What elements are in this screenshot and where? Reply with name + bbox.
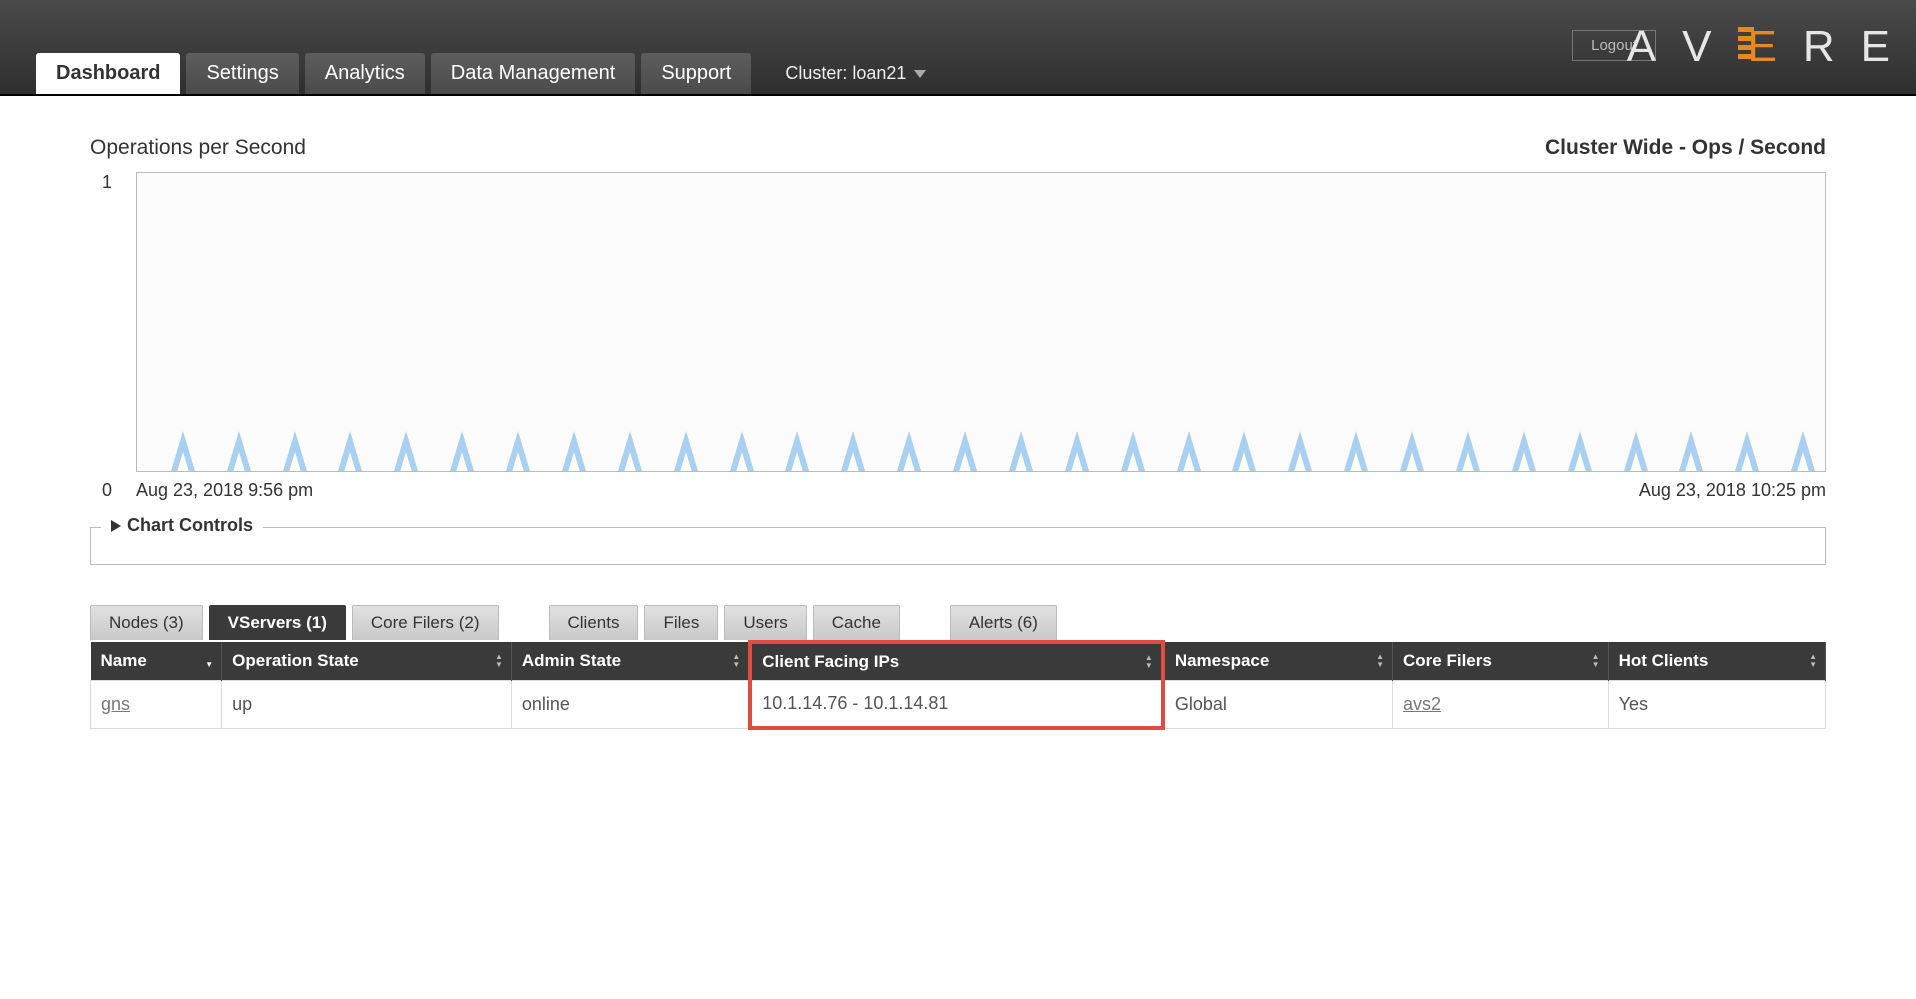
chart-title: Operations per Second xyxy=(90,136,306,160)
nav-tab-analytics[interactable]: Analytics xyxy=(305,53,425,94)
chart-controls: Chart Controls xyxy=(90,527,1826,565)
logo-bars-icon xyxy=(1738,27,1754,59)
y-tick: 0 xyxy=(102,480,112,501)
chart-spike xyxy=(1009,431,1033,471)
x-start: Aug 23, 2018 9:56 pm xyxy=(136,480,313,501)
chart-spike xyxy=(1121,431,1145,471)
cell-hot-clients: Yes xyxy=(1608,681,1825,729)
chart-spike xyxy=(953,431,977,471)
chart-spike xyxy=(1679,431,1703,471)
subtab-clients[interactable]: Clients xyxy=(549,605,639,640)
col-admin-state[interactable]: Admin State▲▼ xyxy=(511,642,750,681)
subtab-vservers-1[interactable]: VServers (1) xyxy=(209,605,346,640)
subtab-nodes-3[interactable]: Nodes (3) xyxy=(90,605,203,640)
cell-namespace: Global xyxy=(1163,681,1393,729)
chart-spike xyxy=(1791,431,1815,471)
col-client-facing-ips[interactable]: Client Facing IPs▲▼ xyxy=(750,642,1163,681)
chart-area[interactable] xyxy=(136,172,1826,472)
chart-spike xyxy=(1232,431,1256,471)
chart-spike xyxy=(1512,431,1536,471)
chart-spike xyxy=(1568,431,1592,471)
chart-x-axis: Aug 23, 2018 9:56 pm Aug 23, 2018 10:25 … xyxy=(136,472,1826,501)
chart-header: Operations per Second Cluster Wide - Ops… xyxy=(90,136,1826,160)
chart-series xyxy=(137,173,1825,471)
link-gns[interactable]: gns xyxy=(101,694,130,714)
chart-spike xyxy=(450,431,474,471)
chart-spike xyxy=(674,431,698,471)
chart-spike xyxy=(618,431,642,471)
chart-spike xyxy=(506,431,530,471)
chart-spike xyxy=(897,431,921,471)
chart-spike xyxy=(283,431,307,471)
nav-tab-support[interactable]: Support xyxy=(641,53,751,94)
subtab-users[interactable]: Users xyxy=(724,605,806,640)
chart-spike xyxy=(1624,431,1648,471)
chart-spike xyxy=(1735,431,1759,471)
sort-icon: ▲▼ xyxy=(732,654,740,668)
brand-logo: A V E R E xyxy=(1627,22,1890,72)
subtab-alerts-6[interactable]: Alerts (6) xyxy=(950,605,1057,640)
vservers-table: Name▲▼Operation State▲▼Admin State▲▼Clie… xyxy=(90,640,1826,730)
x-end: Aug 23, 2018 10:25 pm xyxy=(1639,480,1826,501)
subtabs: Nodes (3)VServers (1)Core Filers (2) Clie… xyxy=(90,605,1826,640)
col-name[interactable]: Name▲▼ xyxy=(91,642,222,681)
sort-icon: ▲▼ xyxy=(1809,654,1817,668)
chart-subtitle: Cluster Wide - Ops / Second xyxy=(1545,136,1826,160)
sort-icon: ▲▼ xyxy=(1592,654,1600,668)
chart-controls-toggle[interactable]: Chart Controls xyxy=(101,515,263,536)
chart-spike xyxy=(785,431,809,471)
chart-spike xyxy=(730,431,754,471)
subtab-files[interactable]: Files xyxy=(644,605,718,640)
cell-admin-state: online xyxy=(511,681,750,729)
chart-spike xyxy=(227,431,251,471)
subtab-cache[interactable]: Cache xyxy=(813,605,900,640)
y-tick: 1 xyxy=(102,172,112,193)
chart-wrap: 1 0 Aug 23, 2018 9:56 pm Aug 23, 2018 10… xyxy=(136,172,1826,501)
chart-y-axis: 1 0 xyxy=(102,172,112,501)
chart-spike xyxy=(1065,431,1089,471)
top-bar: Logout A V E R E DashboardSettingsAnalyt… xyxy=(0,0,1916,96)
table-header-row: Name▲▼Operation State▲▼Admin State▲▼Clie… xyxy=(91,642,1826,681)
cluster-selector[interactable]: Cluster: loan21 xyxy=(785,63,926,94)
nav-tab-data-management[interactable]: Data Management xyxy=(431,53,636,94)
cell-core-filers: avs2 xyxy=(1393,681,1609,729)
col-namespace[interactable]: Namespace▲▼ xyxy=(1163,642,1393,681)
cell-operation-state: up xyxy=(222,681,512,729)
cell-name: gns xyxy=(91,681,222,729)
chart-spike xyxy=(171,431,195,471)
nav-tab-dashboard[interactable]: Dashboard xyxy=(36,53,180,94)
nav-tab-settings[interactable]: Settings xyxy=(186,53,298,94)
primary-nav: DashboardSettingsAnalyticsData Managemen… xyxy=(36,53,926,94)
table-body: gns uponline10.1.14.76 - 10.1.14.81Global… xyxy=(91,681,1826,729)
chart-spike xyxy=(1456,431,1480,471)
chevron-down-icon xyxy=(914,70,926,78)
sort-icon: ▲▼ xyxy=(1145,655,1153,669)
col-operation-state[interactable]: Operation State▲▼ xyxy=(222,642,512,681)
cluster-label-text: Cluster: loan21 xyxy=(785,63,906,84)
sort-icon: ▲▼ xyxy=(1376,654,1384,668)
table-row: gns uponline10.1.14.76 - 10.1.14.81Global… xyxy=(91,681,1826,729)
chart-spike xyxy=(1344,431,1368,471)
subtab-core-filers-2[interactable]: Core Filers (2) xyxy=(352,605,499,640)
chart-controls-label: Chart Controls xyxy=(127,515,253,536)
sort-desc-icon: ▲▼ xyxy=(205,654,213,668)
link-avs2[interactable]: avs2 xyxy=(1403,694,1441,714)
chart-spike xyxy=(841,431,865,471)
chevron-right-icon xyxy=(111,520,121,532)
chart-spike xyxy=(338,431,362,471)
chart-spike xyxy=(1177,431,1201,471)
chart-spike xyxy=(1288,431,1312,471)
col-hot-clients[interactable]: Hot Clients▲▼ xyxy=(1608,642,1825,681)
sort-icon: ▲▼ xyxy=(495,654,503,668)
col-core-filers[interactable]: Core Filers▲▼ xyxy=(1393,642,1609,681)
cell-client-facing-ips: 10.1.14.76 - 10.1.14.81 xyxy=(750,681,1163,729)
page-content: Operations per Second Cluster Wide - Ops… xyxy=(0,96,1916,790)
chart-spike xyxy=(394,431,418,471)
chart-spike xyxy=(562,431,586,471)
chart-spike xyxy=(1400,431,1424,471)
